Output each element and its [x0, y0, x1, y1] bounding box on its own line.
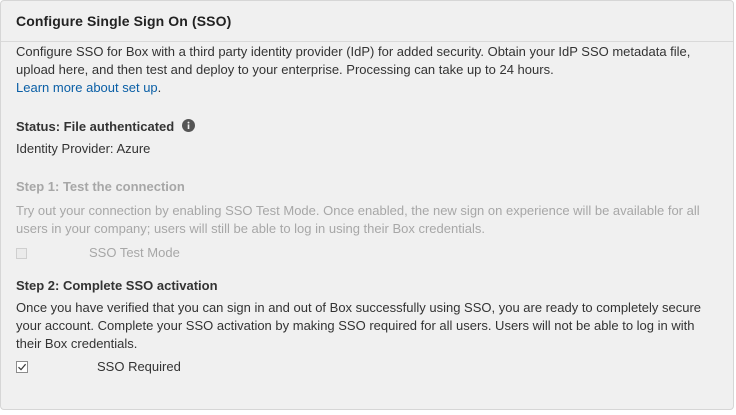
sso-required-label: SSO Required [97, 359, 181, 374]
learn-more-link[interactable]: Learn more about set up [16, 80, 158, 95]
sso-test-mode-label: SSO Test Mode [89, 245, 180, 260]
sso-settings-panel: Configure Single Sign On (SSO) Configure… [0, 0, 734, 410]
intro-text: Configure SSO for Box with a third party… [16, 43, 718, 97]
status-block: Status: File authenticated Identity Prov… [16, 117, 718, 158]
status-line: Status: File authenticated [16, 117, 718, 135]
panel-content: Configure SSO for Box with a third party… [1, 42, 733, 376]
panel-header: Configure Single Sign On (SSO) [1, 1, 733, 42]
sso-required-row: SSO Required [16, 358, 718, 376]
step-1-section: Step 1: Test the connection Try out your… [16, 178, 718, 262]
step-2-desc-line-3: their Box credentials. [16, 336, 138, 351]
step-2-title: Step 2: Complete SSO activation [16, 278, 218, 293]
step-2-description: Once you have verified that you can sign… [16, 299, 718, 353]
learn-more-suffix: . [157, 80, 162, 95]
page-title: Configure Single Sign On (SSO) [16, 13, 232, 29]
intro-line-2: upload here, and then test and deploy to… [16, 62, 554, 77]
sso-test-mode-checkbox[interactable] [16, 247, 27, 259]
step-1-description: Try out your connection by enabling SSO … [16, 202, 718, 238]
step-1-desc-line-1: Try out your connection by enabling SSO … [16, 203, 700, 218]
status-label: Status: File authenticated [16, 118, 175, 134]
info-icon[interactable] [182, 118, 196, 132]
step-1-title: Step 1: Test the connection [16, 179, 185, 194]
step-1-desc-line-2: users in your company; users will still … [16, 221, 485, 236]
step-2-section: Step 2: Complete SSO activation Once you… [16, 277, 718, 376]
step-2-desc-line-2: your account. Complete your SSO activati… [16, 318, 695, 333]
step-2-desc-line-1: Once you have verified that you can sign… [16, 300, 702, 315]
identity-provider: Identity Provider: Azure [16, 141, 151, 156]
checkmark-icon [18, 363, 27, 371]
sso-required-checkbox[interactable] [16, 361, 28, 373]
learn-more-line: Learn more about set up. [16, 79, 718, 97]
sso-test-mode-row: SSO Test Mode [16, 244, 718, 262]
intro-line-1: Configure SSO for Box with a third party… [16, 44, 691, 59]
